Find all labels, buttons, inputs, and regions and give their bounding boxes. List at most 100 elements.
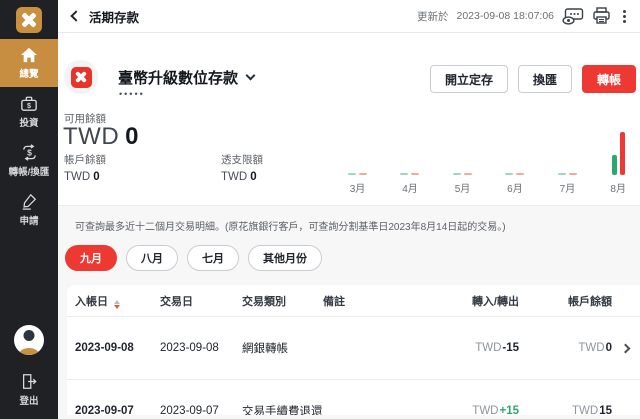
chart-bar-轉出: [359, 173, 367, 175]
col-memo: 備註: [323, 293, 429, 309]
more-options-kebab-icon[interactable]: [619, 8, 630, 25]
home-icon: [20, 47, 38, 63]
amount-cell: TWD-15: [429, 342, 519, 354]
post-date: 2023-09-07: [75, 405, 160, 416]
transactions-table: 入帳日 交易日 交易類別 備註 轉入/轉出 帳戶餘額 2023-09-08 20…: [67, 285, 640, 415]
col-txn-date: 交易日: [160, 293, 242, 309]
chart-bar-轉入: [453, 173, 461, 175]
account-name: 臺幣升級數位存款: [118, 67, 238, 88]
print-icon[interactable]: [592, 7, 611, 25]
chart-bar-轉出: [516, 173, 524, 175]
sort-icon[interactable]: [114, 300, 120, 309]
page-title: 活期存款: [89, 7, 139, 26]
chart-month-group: 4月: [400, 129, 419, 195]
amount-cell: TWD+15: [429, 405, 519, 416]
chart-month-label: 8月: [610, 180, 626, 195]
chart-month-group: 6月: [505, 129, 524, 195]
overdraft-limit-label: 透支限額: [221, 152, 263, 167]
table-header-row: 入帳日 交易日 交易類別 備註 轉入/轉出 帳戶餘額: [67, 285, 640, 317]
chart-month-label: 6月: [507, 180, 523, 195]
chart-bar-轉入: [400, 173, 408, 175]
chart-month-label: 7月: [560, 180, 576, 195]
chart-month-label: 5月: [455, 180, 471, 195]
chart-month-group: 3月: [348, 129, 367, 195]
history-note: 可查詢最多近十二個月交易明細。(原花旗銀行客戶，可查詢分割基準日2023年8月1…: [75, 218, 640, 233]
tab-august[interactable]: 八月: [126, 245, 178, 271]
txn-date: 2023-09-07: [160, 405, 242, 416]
table-row[interactable]: 2023-09-07 2023-09-07 交易手續費退還 TWD+15 TWD…: [67, 379, 640, 415]
chart-month-group: 8月: [610, 129, 626, 195]
tab-other-months[interactable]: 其他月份: [248, 245, 322, 271]
sidebar-item-label: 申請: [19, 213, 38, 227]
main-area: 活期存款 更新於 2023-09-08 18:07:06: [58, 0, 640, 419]
chart-bar-轉入: [505, 173, 513, 175]
sidebar-item-label: 總覽: [19, 66, 38, 80]
chart-bar-轉入: [558, 173, 566, 175]
briefcase-dollar-icon: $: [20, 95, 38, 112]
bank-red-logo-icon: [71, 67, 92, 88]
sidebar-item-label: 登出: [19, 393, 38, 407]
account-balance-label: 帳戶餘額: [64, 152, 106, 167]
post-date: 2023-09-08: [75, 342, 160, 354]
currency-code: TWD: [221, 171, 247, 183]
user-avatar[interactable]: [14, 325, 44, 355]
table-row[interactable]: 2023-09-08 2023-09-08 網銀轉帳 TWD-15 TWD0: [67, 317, 640, 379]
svg-text:$: $: [27, 148, 32, 158]
chart-bar-轉出: [411, 173, 419, 175]
currency-code: TWD: [64, 171, 90, 183]
account-logo: [64, 60, 98, 94]
sidebar-item-logout[interactable]: 登出: [0, 365, 58, 419]
chart-bar-轉出: [569, 173, 577, 175]
sidebar-item-label: 轉帳/換匯: [9, 164, 50, 178]
chart-month-label: 3月: [350, 180, 366, 195]
mask-balance-eye-icon[interactable]: [562, 8, 584, 25]
topbar-right: 更新於 2023-09-08 18:07:06: [417, 7, 630, 25]
amount: 0: [125, 123, 139, 150]
top-bar: 活期存款 更新於 2023-09-08 18:07:06: [58, 0, 640, 33]
chart-month-group: 7月: [558, 129, 577, 195]
updated-label: 更新於: [417, 9, 449, 24]
account-selector[interactable]: 臺幣升級數位存款: [118, 67, 254, 88]
sidebar-item-transfer-fx[interactable]: $ 轉帳/換匯: [0, 136, 58, 185]
sidebar-item-apply[interactable]: 申請: [0, 185, 58, 234]
col-balance: 帳戶餘額: [519, 293, 612, 309]
sidebar-item-overview[interactable]: 總覽: [0, 39, 58, 87]
logout-door-icon: [20, 373, 38, 390]
currency-code: TWD: [63, 123, 119, 150]
chart-bar-轉入: [348, 173, 356, 175]
svg-text:$: $: [27, 102, 31, 110]
tab-september[interactable]: 九月: [65, 245, 117, 271]
transaction-history-section: 可查詢最多近十二個月交易明細。(原花旗銀行客戶，可查詢分割基準日2023年8月1…: [58, 205, 640, 419]
avatar-body: [19, 348, 39, 355]
category: 交易手續費退還: [242, 403, 323, 416]
col-post-date: 入帳日: [75, 293, 160, 309]
avatar-head: [24, 330, 35, 341]
bank-logo-icon[interactable]: [16, 7, 42, 33]
txn-date: 2023-09-08: [160, 342, 242, 354]
account-summary-section: 臺幣升級數位存款 ••••• 開立定存 換匯 轉帳 可用餘額 TWD0 帳戶餘額…: [58, 33, 640, 205]
col-in-out: 轉入/轉出: [429, 293, 519, 309]
available-balance-value: TWD0: [63, 123, 139, 151]
chart-bar-轉出: [620, 132, 625, 175]
hand-pen-icon: [20, 193, 38, 210]
avatar: [14, 325, 44, 355]
back-chevron-icon[interactable]: [70, 10, 81, 21]
chart-bar-轉出: [464, 173, 472, 175]
chevron-right-icon: [621, 343, 631, 353]
chart-bar-轉入: [612, 155, 617, 175]
tab-july[interactable]: 七月: [187, 245, 239, 271]
mini-bar-chart: 3月 4月 5月 6月 7月 8月: [340, 45, 634, 195]
overdraft-limit-block: 透支限額 TWD0: [221, 152, 263, 183]
category: 網銀轉帳: [242, 340, 323, 356]
sidebar-item-invest[interactable]: $ 投資: [0, 87, 58, 136]
transfer-dollar-icon: $: [20, 144, 39, 161]
month-filter-tabs: 九月 八月 七月 其他月份: [65, 245, 640, 271]
chevron-down-icon: [246, 71, 256, 81]
sidebar: 總覽 $ 投資 $ 轉帳/換匯: [0, 0, 58, 419]
banking-app: 總覽 $ 投資 $ 轉帳/換匯: [0, 0, 640, 419]
sidebar-item-label: 投資: [19, 115, 38, 129]
chart-month-group: 5月: [453, 129, 472, 195]
col-category: 交易類別: [242, 293, 323, 309]
chart-month-label: 4月: [402, 180, 418, 195]
account-balance-block: 帳戶餘額 TWD0: [64, 152, 106, 183]
